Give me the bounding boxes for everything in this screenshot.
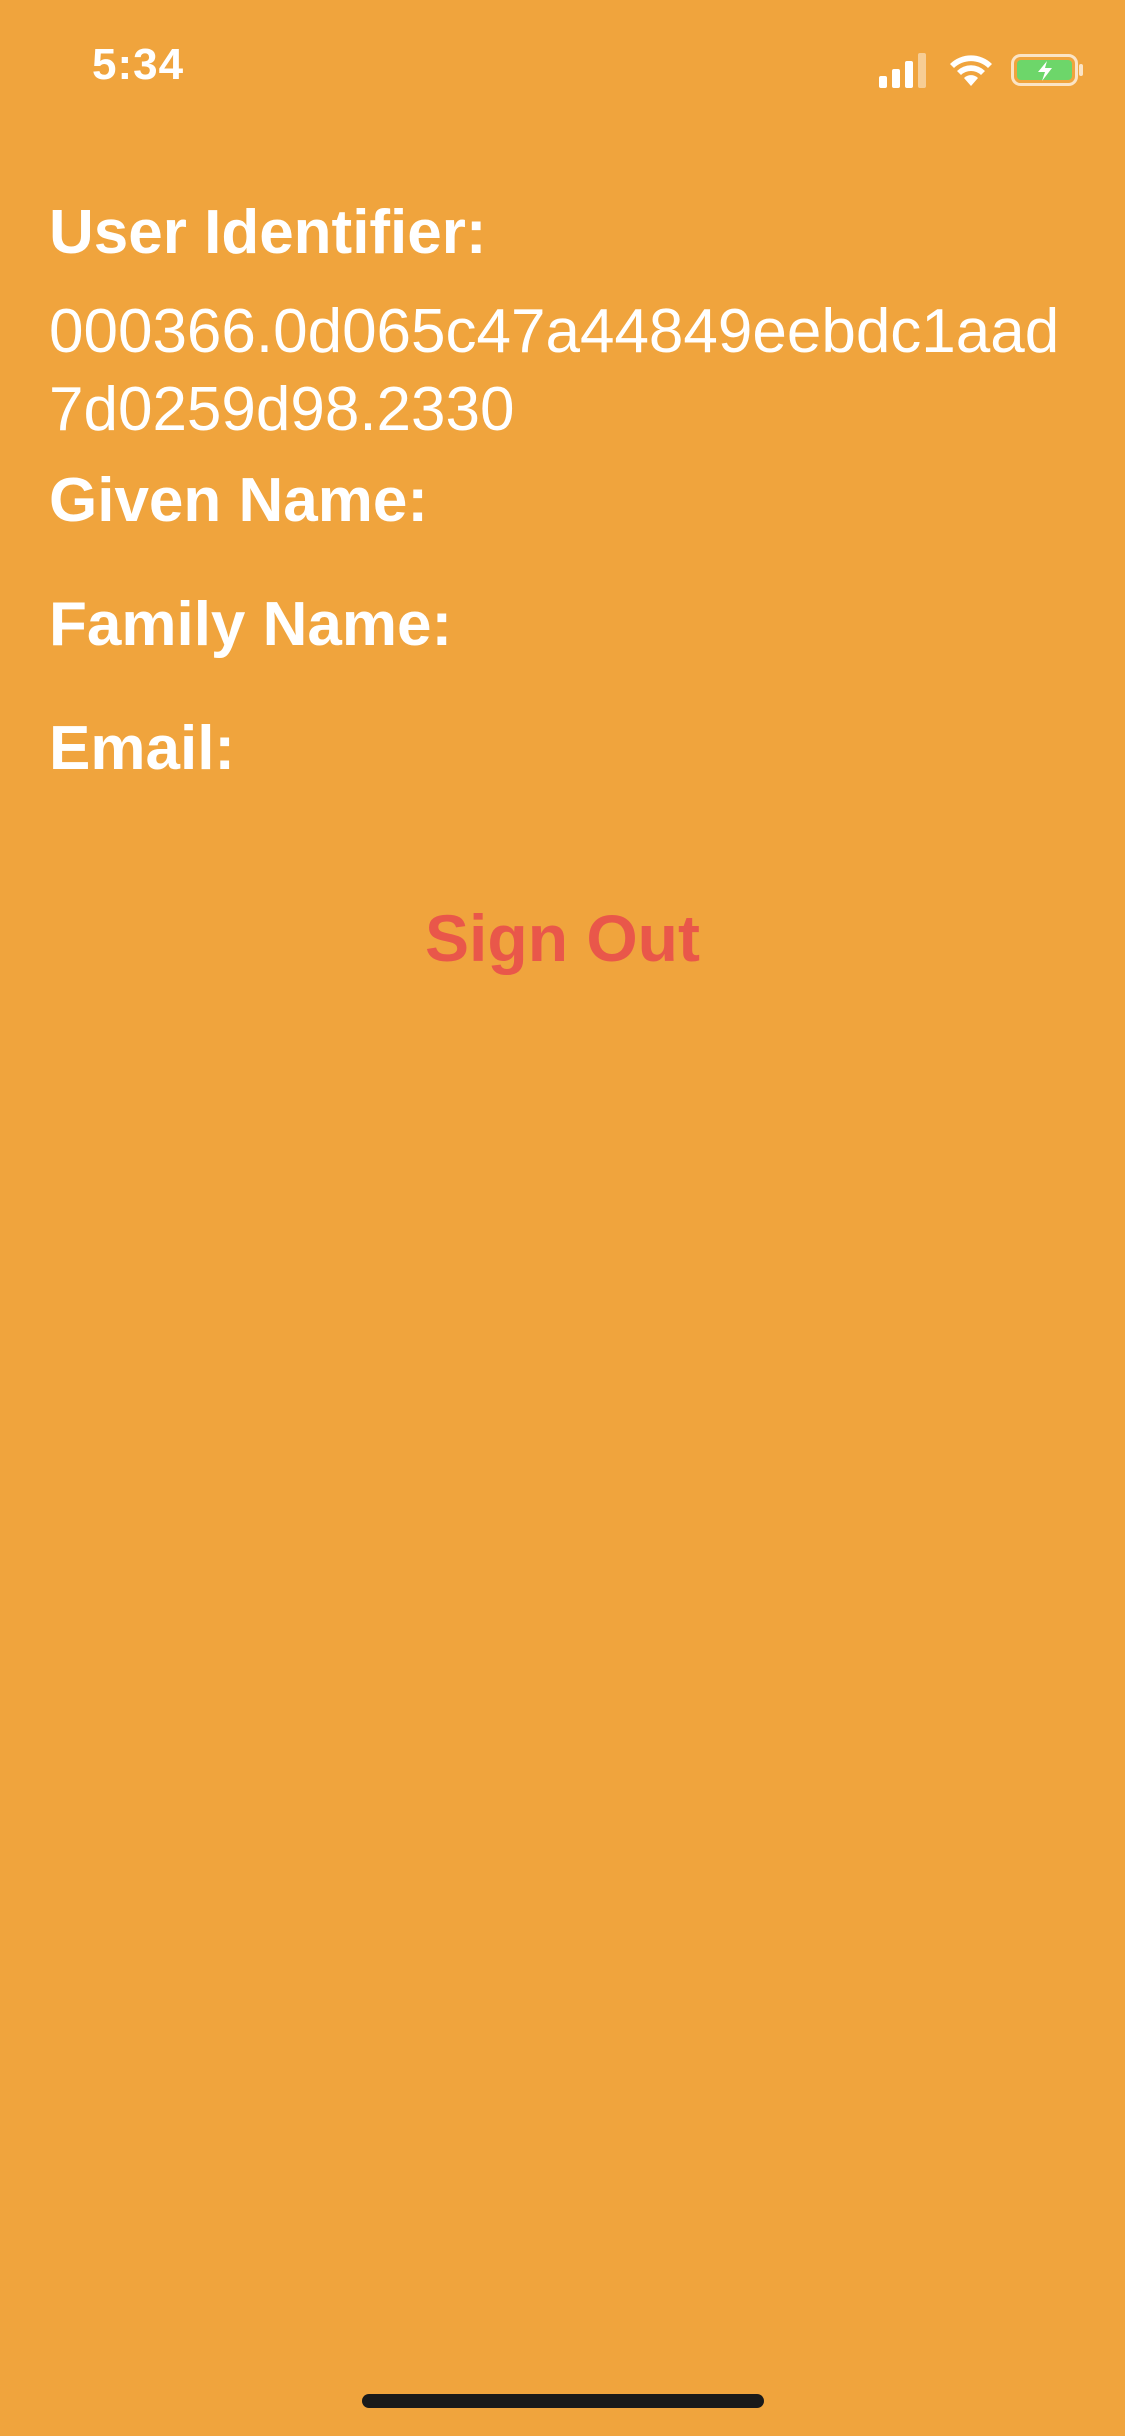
wifi-icon bbox=[950, 55, 992, 86]
sign-out-button[interactable]: Sign Out bbox=[0, 900, 1125, 976]
battery-charging-icon bbox=[1011, 54, 1083, 86]
profile-details: User Identifier: 000366.0d065c47a44849ee… bbox=[49, 195, 1079, 787]
user-identifier-value: 000366.0d065c47a44849eebdc1aad7d0259d98.… bbox=[49, 297, 1060, 444]
given-name-label: Given Name: bbox=[49, 466, 429, 535]
status-time: 5:34 bbox=[92, 40, 185, 89]
status-icons bbox=[877, 50, 1085, 90]
family-name-label: Family Name: bbox=[49, 590, 453, 659]
email-label: Email: bbox=[49, 714, 236, 783]
status-bar: 5:34 bbox=[0, 0, 1125, 140]
user-identifier-label: User Identifier: bbox=[49, 198, 487, 267]
home-indicator[interactable] bbox=[362, 2394, 764, 2408]
cellular-signal-icon bbox=[879, 53, 926, 88]
